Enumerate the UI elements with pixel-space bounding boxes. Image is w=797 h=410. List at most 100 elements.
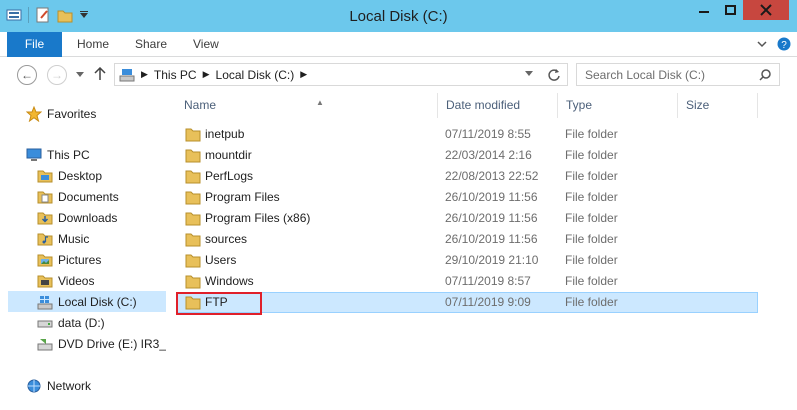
nav-local-disk-c[interactable]: Local Disk (C:) (8, 291, 166, 312)
folder-icon (185, 149, 201, 163)
file-date: 26/10/2019 11:56 (445, 211, 538, 225)
videos-folder-icon (37, 273, 53, 289)
svg-text:?: ? (781, 40, 787, 51)
file-row-windows[interactable]: Windows 07/11/2019 8:57 File folder (176, 271, 758, 292)
column-label: Type (566, 98, 593, 112)
column-size[interactable]: Size (678, 93, 758, 118)
file-row-sources[interactable]: sources 26/10/2019 11:56 File folder (176, 229, 758, 250)
nav-music[interactable]: Music (37, 228, 89, 249)
refresh-icon[interactable] (547, 68, 561, 82)
expand-ribbon-icon[interactable] (757, 39, 767, 49)
folder-icon (185, 191, 201, 205)
drive-icon (37, 315, 53, 331)
nav-this-pc[interactable]: This PC (26, 144, 90, 165)
file-type: File folder (565, 274, 618, 288)
file-date: 26/10/2019 11:56 (445, 232, 538, 246)
title-bar: Local Disk (C:) (0, 0, 797, 32)
breadcrumb-chevron-icon[interactable]: ▶ (203, 69, 210, 80)
nav-label: Downloads (58, 210, 118, 225)
address-bar[interactable]: ▶ This PC ▶ Local Disk (C:) ▶ (114, 63, 568, 86)
breadcrumb-chevron-icon[interactable]: ▶ (300, 69, 307, 80)
search-box[interactable]: Search Local Disk (C:) (576, 63, 780, 86)
column-name[interactable]: ▲ Name (176, 93, 438, 118)
back-arrow-icon: ← (21, 68, 33, 82)
close-button[interactable] (743, 0, 789, 20)
column-label: Name (184, 98, 217, 112)
sort-up-icon: ▲ (316, 98, 324, 107)
column-headers: ▲ Name Date modified Type Size (176, 93, 758, 118)
nav-documents[interactable]: Documents (37, 186, 119, 207)
nav-pictures[interactable]: Pictures (37, 249, 101, 270)
file-name: sources (205, 232, 248, 246)
folder-icon (185, 254, 201, 268)
file-date: 22/08/2013 22:52 (445, 169, 539, 183)
computer-icon (26, 147, 42, 163)
minimize-icon (699, 11, 709, 13)
file-row-users[interactable]: Users 29/10/2019 21:10 File folder (176, 250, 758, 271)
nav-dvd-drive-e[interactable]: DVD Drive (E:) IR3_SS (37, 333, 166, 354)
file-name: PerfLogs (205, 169, 254, 183)
nav-label: Music (58, 231, 90, 246)
back-button[interactable]: ← (17, 65, 37, 85)
forward-button[interactable]: → (47, 65, 67, 85)
column-type[interactable]: Type (558, 93, 678, 118)
file-row-program-files[interactable]: Program Files 26/10/2019 11:56 File fold… (176, 187, 758, 208)
folder-icon (185, 212, 201, 226)
file-name: Program Files (205, 190, 280, 204)
nav-label: Local Disk (C:) (58, 294, 137, 309)
star-icon (26, 105, 42, 122)
file-name: Windows (205, 274, 254, 288)
file-date: 22/03/2014 2:16 (445, 148, 532, 162)
window-title: Local Disk (C:) (349, 8, 448, 25)
downloads-folder-icon (37, 210, 53, 226)
file-row-mountdir[interactable]: mountdir 22/03/2014 2:16 File folder (176, 145, 758, 166)
search-icon[interactable] (759, 69, 771, 81)
file-type: File folder (565, 232, 618, 246)
tab-share[interactable]: Share (135, 32, 167, 57)
breadcrumb-this-pc[interactable]: This PC (154, 68, 197, 82)
maximize-button[interactable] (717, 0, 743, 20)
folder-icon (185, 128, 201, 142)
nav-data-d[interactable]: data (D:) (37, 312, 105, 333)
file-name: Program Files (x86) (205, 211, 311, 225)
file-list: ▲ Name Date modified Type Size inetpub 0… (166, 93, 797, 410)
recent-locations-chevron-icon[interactable] (76, 72, 84, 78)
file-date: 07/11/2019 9:09 (445, 295, 531, 309)
file-type: File folder (565, 211, 618, 225)
file-type: File folder (565, 127, 618, 141)
file-name: Users (205, 253, 237, 267)
nav-videos[interactable]: Videos (37, 270, 94, 291)
nav-label: Pictures (58, 252, 102, 267)
file-type: File folder (565, 169, 618, 183)
file-row-perflogs[interactable]: PerfLogs 22/08/2013 22:52 File folder (176, 166, 758, 187)
folder-icon (185, 170, 201, 184)
column-date-modified[interactable]: Date modified (438, 93, 558, 118)
nav-label: Desktop (58, 168, 103, 183)
nav-downloads[interactable]: Downloads (37, 207, 117, 228)
tab-file[interactable]: File (7, 32, 62, 57)
nav-label: Videos (58, 273, 95, 288)
breadcrumb-chevron-icon[interactable]: ▶ (141, 69, 148, 80)
file-type: File folder (565, 148, 618, 162)
desktop-folder-icon (37, 168, 53, 184)
file-row-ftp[interactable]: FTP 07/11/2019 9:09 File folder (176, 292, 758, 313)
nav-favorites[interactable]: Favorites (26, 103, 96, 124)
nav-label: DVD Drive (E:) IR3_SS (58, 336, 166, 351)
ribbon-tabs: File Home Share View ? (0, 32, 797, 57)
breadcrumb-local-disk[interactable]: Local Disk (C:) (216, 68, 295, 82)
tab-view[interactable]: View (193, 32, 219, 57)
nav-desktop[interactable]: Desktop (37, 165, 102, 186)
file-type: File folder (565, 295, 618, 309)
tab-home[interactable]: Home (77, 32, 109, 57)
forward-arrow-icon: → (51, 68, 63, 82)
nav-label: Documents (58, 189, 119, 204)
minimize-button[interactable] (691, 0, 717, 20)
address-dropdown-icon[interactable] (525, 71, 533, 77)
help-icon[interactable]: ? (777, 37, 791, 51)
search-placeholder: Search Local Disk (C:) (585, 67, 706, 82)
up-arrow-icon[interactable] (94, 67, 106, 81)
nav-network[interactable]: Network (26, 375, 91, 396)
file-row-program-files-x86[interactable]: Program Files (x86) 26/10/2019 11:56 Fil… (176, 208, 758, 229)
drive-icon (119, 68, 135, 81)
file-row-inetpub[interactable]: inetpub 07/11/2019 8:55 File folder (176, 124, 758, 145)
